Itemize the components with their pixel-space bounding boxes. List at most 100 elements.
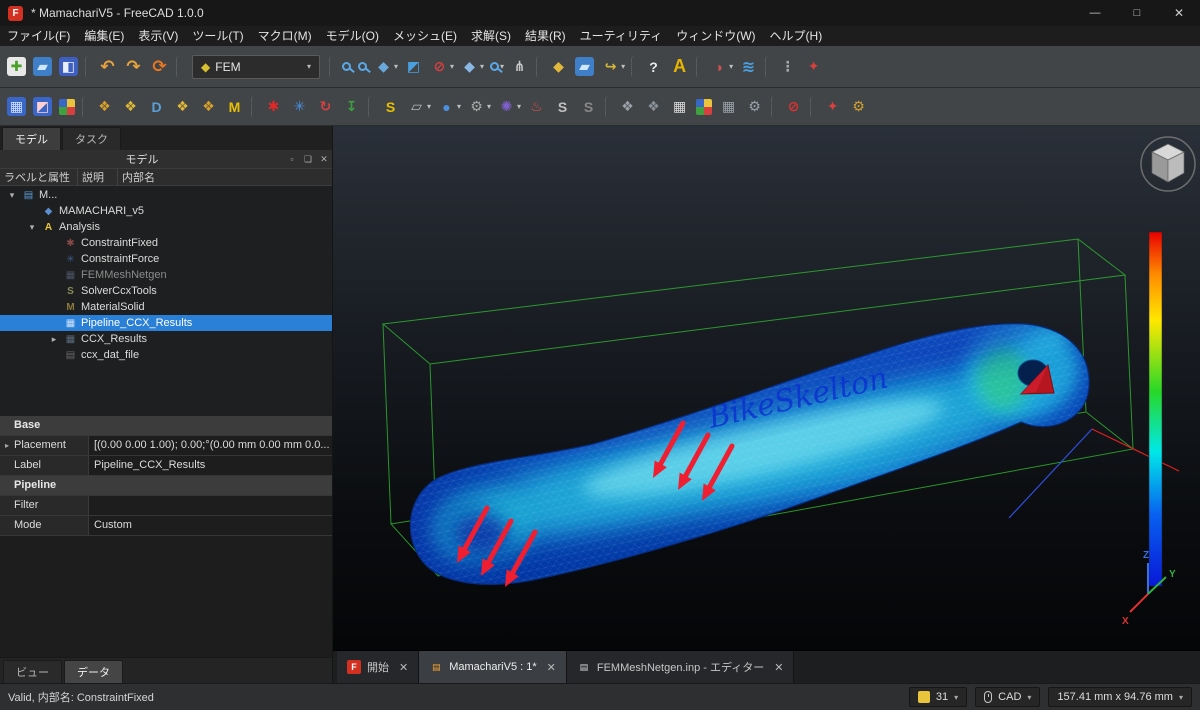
result-filter-button[interactable]: ▦ — [716, 93, 742, 121]
menu-item[interactable]: モデル(O) — [319, 26, 386, 46]
result-mesh-button[interactable]: ❖ — [615, 93, 641, 121]
tree-item-ccx-results[interactable]: ▸ ▦ CCX_Results — [0, 331, 332, 347]
maximize-button[interactable]: □ — [1116, 0, 1158, 26]
result-settings-button[interactable]: ⚙ — [742, 93, 768, 121]
group-button[interactable]: ▰ — [572, 53, 598, 81]
element-geometry-button[interactable]: ❖ — [170, 93, 196, 121]
tree-item-pipeline[interactable]: ▦ Pipeline_CCX_Results — [0, 315, 332, 331]
tree-expander-icon[interactable]: ▾ — [4, 190, 20, 201]
menu-item[interactable]: 表示(V) — [131, 26, 185, 46]
view-cube-button[interactable]: ◆ ▾ — [371, 53, 401, 81]
constraint-contact-button[interactable]: ● ▾ — [434, 93, 464, 121]
menu-item[interactable]: ヘルプ(H) — [763, 26, 830, 46]
close-tab-icon[interactable]: ✕ — [399, 661, 408, 674]
tree-expander-icon[interactable]: ▾ — [24, 222, 40, 233]
tree-item-document[interactable]: ▾ ▤ M... — [0, 187, 332, 203]
overflow-handle-button[interactable]: ⋮ — [775, 53, 801, 81]
clip-plane-button[interactable]: ⊘ ▾ — [427, 53, 457, 81]
menu-item[interactable]: ファイル(F) — [0, 26, 77, 46]
result-table-button[interactable]: ▦ — [667, 93, 693, 121]
property-value[interactable]: Pipeline_CCX_Results — [88, 456, 332, 475]
close-tab-icon[interactable]: ✕ — [774, 661, 783, 674]
tree-item-constraint-fixed[interactable]: ✱ ConstraintFixed — [0, 235, 332, 251]
whats-this-button[interactable]: ? — [641, 53, 667, 81]
tree-item-solver[interactable]: S SolverCcxTools — [0, 283, 332, 299]
tree-expander-icon[interactable]: ▸ — [46, 334, 62, 345]
constraint-transform-button[interactable]: ⚙ ▾ — [464, 93, 494, 121]
refresh-button[interactable]: ⟳ — [147, 53, 173, 81]
column-internal-name[interactable]: 内部名 — [118, 169, 332, 185]
menu-item[interactable]: ユーティリティ — [573, 26, 670, 46]
panel-close-icon[interactable]: ✕ — [316, 154, 332, 165]
tab-data[interactable]: データ — [64, 660, 123, 683]
property-group-base[interactable]: Base — [0, 416, 332, 436]
text-annotation-button[interactable]: A — [667, 53, 693, 81]
solver-stop-button[interactable]: S — [576, 93, 602, 121]
panel-restore-icon[interactable]: ❏ — [300, 154, 316, 165]
menu-item[interactable]: 編集(E) — [77, 26, 131, 46]
box-zoom-button[interactable] — [355, 53, 371, 81]
menu-item[interactable]: 結果(R) — [518, 26, 573, 46]
measure-button[interactable]: ⋔ — [507, 53, 533, 81]
property-value[interactable] — [88, 496, 332, 515]
tree-item-constraint-force[interactable]: ✳ ConstraintForce — [0, 251, 332, 267]
close-button[interactable]: ✕ — [1158, 0, 1200, 26]
addon-tool-button[interactable]: ✦ — [801, 53, 827, 81]
tree-item-fem-mesh[interactable]: ▦ FEMMeshNetgen — [0, 267, 332, 283]
tree-item-part[interactable]: ◆ MAMACHARI_v5 — [0, 203, 332, 219]
result-groups-button[interactable] — [693, 93, 716, 121]
constraint-spring-button[interactable]: ✺ ▾ — [494, 93, 524, 121]
open-document-button[interactable]: ▰ — [30, 53, 56, 81]
navigation-style-selector[interactable]: CAD ▾ — [975, 687, 1041, 707]
panel-float-icon[interactable]: ▫ — [284, 154, 300, 164]
part-box-button[interactable]: ◆ — [546, 53, 572, 81]
column-label-attr[interactable]: ラベルと属性 — [0, 169, 78, 185]
tree-item-analysis[interactable]: ▾ A Analysis — [0, 219, 332, 235]
property-filter[interactable]: Filter — [0, 496, 332, 516]
fem-mesh-groups-button[interactable] — [56, 93, 79, 121]
save-document-button[interactable]: ◧ — [56, 53, 82, 81]
tree-item-material[interactable]: M MaterialSolid — [0, 299, 332, 315]
menu-item[interactable]: メッシュ(E) — [386, 26, 464, 46]
fem-mesh-region-button[interactable]: ◩ — [30, 93, 56, 121]
workbench-selector[interactable]: ◆ FEM ▾ — [192, 54, 320, 79]
undo-button[interactable]: ↶ — [95, 53, 121, 81]
constraint-displacement-button[interactable]: ↧ — [339, 93, 365, 121]
view-dimensions-selector[interactable]: 157.41 mm x 94.76 mm ▾ — [1048, 687, 1192, 707]
menu-item[interactable]: ツール(T) — [185, 26, 250, 46]
3d-viewport[interactable]: BikeSkelton Z Y X F 開始 ✕ ▤ MamachariV5:… — [333, 126, 1200, 683]
property-value[interactable]: [(0.00 0.00 1.00); 0.00;°(0.00 mm 0.00 m… — [88, 436, 332, 455]
constraint-force-button[interactable]: ✳ — [287, 93, 313, 121]
property-expander-icon[interactable]: ▸ — [0, 436, 14, 455]
minimize-button[interactable]: — — [1074, 0, 1116, 26]
doc-tab-editor[interactable]: ▤ FEMMeshNetgen.inp - エディター ✕ — [566, 651, 795, 683]
zoom-tools-button[interactable]: ▾ — [487, 53, 507, 81]
element-fluid-button[interactable]: ❖ — [196, 93, 222, 121]
constraint-bearing-button[interactable]: ↻ — [313, 93, 339, 121]
menu-item[interactable]: 求解(S) — [464, 26, 518, 46]
result-show-button[interactable]: ❖ — [641, 93, 667, 121]
mesh-boundary-layer-button[interactable]: ❖ — [118, 93, 144, 121]
solver-ccx-button[interactable]: S — [550, 93, 576, 121]
new-document-button[interactable]: ✚ — [4, 53, 30, 81]
3d-scene[interactable]: BikeSkelton Z Y X — [333, 126, 1200, 650]
extra-gear-button[interactable]: ⚙ — [846, 93, 872, 121]
menu-item[interactable]: ウィンドウ(W) — [669, 26, 762, 46]
doc-tab-model[interactable]: ▤ MamachariV5 : 1* ✕ — [419, 651, 567, 683]
tab-model[interactable]: モデル — [2, 127, 61, 150]
property-value[interactable]: Custom — [88, 516, 332, 535]
constraint-temperature-button[interactable]: ♨ — [524, 93, 550, 121]
extra-tool-button[interactable]: ✦ — [820, 93, 846, 121]
property-mode[interactable]: Mode Custom — [0, 516, 332, 536]
redo-button[interactable]: ↷ — [121, 53, 147, 81]
appearance-button[interactable]: ◑ ▾ — [706, 53, 736, 81]
fit-all-button[interactable] — [339, 53, 355, 81]
property-group-pipeline[interactable]: Pipeline — [0, 476, 332, 496]
tree-item-dat-file[interactable]: ▤ ccx_dat_file — [0, 347, 332, 363]
link-button[interactable]: ↪ ▾ — [598, 53, 628, 81]
solver-button[interactable]: S — [378, 93, 404, 121]
axonometric-view-button[interactable]: ◆ ▾ — [457, 53, 487, 81]
sync-view-button[interactable]: ◩ — [401, 53, 427, 81]
property-label[interactable]: Label Pipeline_CCX_Results — [0, 456, 332, 476]
constraint-fixed-button[interactable]: ✱ — [261, 93, 287, 121]
